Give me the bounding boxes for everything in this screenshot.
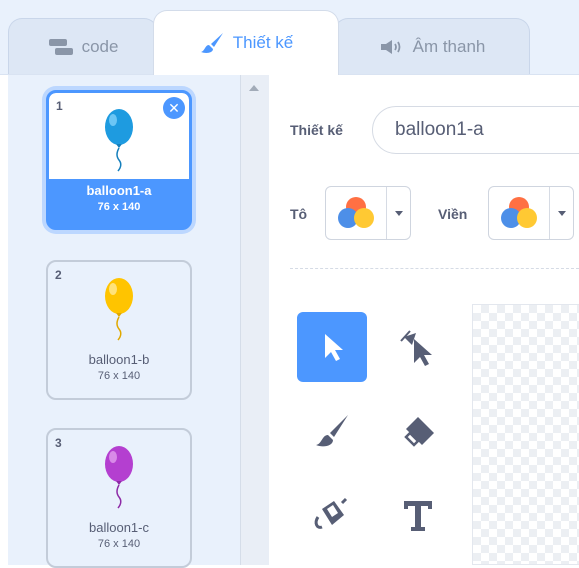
brush-tool-button[interactable] xyxy=(297,396,367,466)
purple-balloon-icon xyxy=(105,446,133,509)
costume-number: 2 xyxy=(55,268,62,282)
blue-balloon-icon xyxy=(105,109,133,172)
costume-name: balloon1-b xyxy=(88,352,150,367)
costume-name-input[interactable]: balloon1-a xyxy=(372,106,579,154)
costume-item-3[interactable]: 3 balloon1-c 76 x 140 xyxy=(46,428,192,568)
costume-name: balloon1-c xyxy=(89,520,149,535)
speaker-icon xyxy=(380,39,401,54)
costume-name-label: Thiết kế xyxy=(290,122,343,138)
brush-icon xyxy=(316,415,348,447)
code-blocks-icon xyxy=(48,38,73,55)
tab-design-label: Thiết kế xyxy=(232,33,294,52)
delete-costume-button[interactable]: ✕ xyxy=(163,97,185,119)
scroll-up-arrow-icon[interactable] xyxy=(249,85,259,91)
costume-item-1[interactable]: 1 ✕ balloon1-a 76 x 140 xyxy=(46,90,192,230)
paint-bucket-icon xyxy=(314,497,348,529)
costume-name: balloon1-a xyxy=(86,183,152,198)
paintbrush-icon xyxy=(200,33,223,53)
arrow-cursor-icon xyxy=(325,334,343,361)
fill-color-picker[interactable] xyxy=(325,186,411,240)
tab-code[interactable]: code xyxy=(8,18,158,74)
yellow-balloon-icon xyxy=(105,278,133,341)
outline-label: Viền xyxy=(438,206,468,222)
fill-color-swatch-icon xyxy=(338,197,374,228)
costume-item-2[interactable]: 2 balloon1-b 76 x 140 xyxy=(46,260,192,400)
reshape-cursor-icon xyxy=(400,330,432,366)
tab-design[interactable]: Thiết kế xyxy=(153,10,339,75)
tab-code-label: code xyxy=(81,36,119,56)
toolbar-divider xyxy=(290,268,579,269)
chevron-down-icon xyxy=(558,211,566,216)
costume-number: 1 xyxy=(56,99,63,113)
costume-size: 76 x 140 xyxy=(97,370,141,382)
costume-size: 76 x 140 xyxy=(97,201,141,213)
eraser-tool-button[interactable] xyxy=(383,396,453,466)
tab-sound-label: Âm thanh xyxy=(412,36,486,56)
paint-canvas[interactable] xyxy=(472,304,579,565)
eraser-icon xyxy=(404,417,434,447)
costume-size: 76 x 140 xyxy=(97,538,141,550)
picker-divider xyxy=(549,187,550,239)
text-t-icon xyxy=(404,501,432,531)
fill-tool-button[interactable] xyxy=(297,480,367,550)
costume-number: 3 xyxy=(55,436,62,450)
outline-color-swatch-icon xyxy=(501,197,537,228)
outline-color-picker[interactable] xyxy=(488,186,574,240)
chevron-down-icon xyxy=(395,211,403,216)
reshape-tool-button[interactable] xyxy=(383,312,453,382)
text-tool-button[interactable] xyxy=(383,480,453,550)
tab-sound[interactable]: Âm thanh xyxy=(334,18,530,74)
editor-tab-bar: code Thiết kế Âm thanh xyxy=(0,0,579,75)
select-tool-button[interactable] xyxy=(297,312,367,382)
costume-list-scrollbar[interactable] xyxy=(240,75,269,565)
picker-divider xyxy=(386,187,387,239)
fill-label: Tô xyxy=(290,206,308,222)
